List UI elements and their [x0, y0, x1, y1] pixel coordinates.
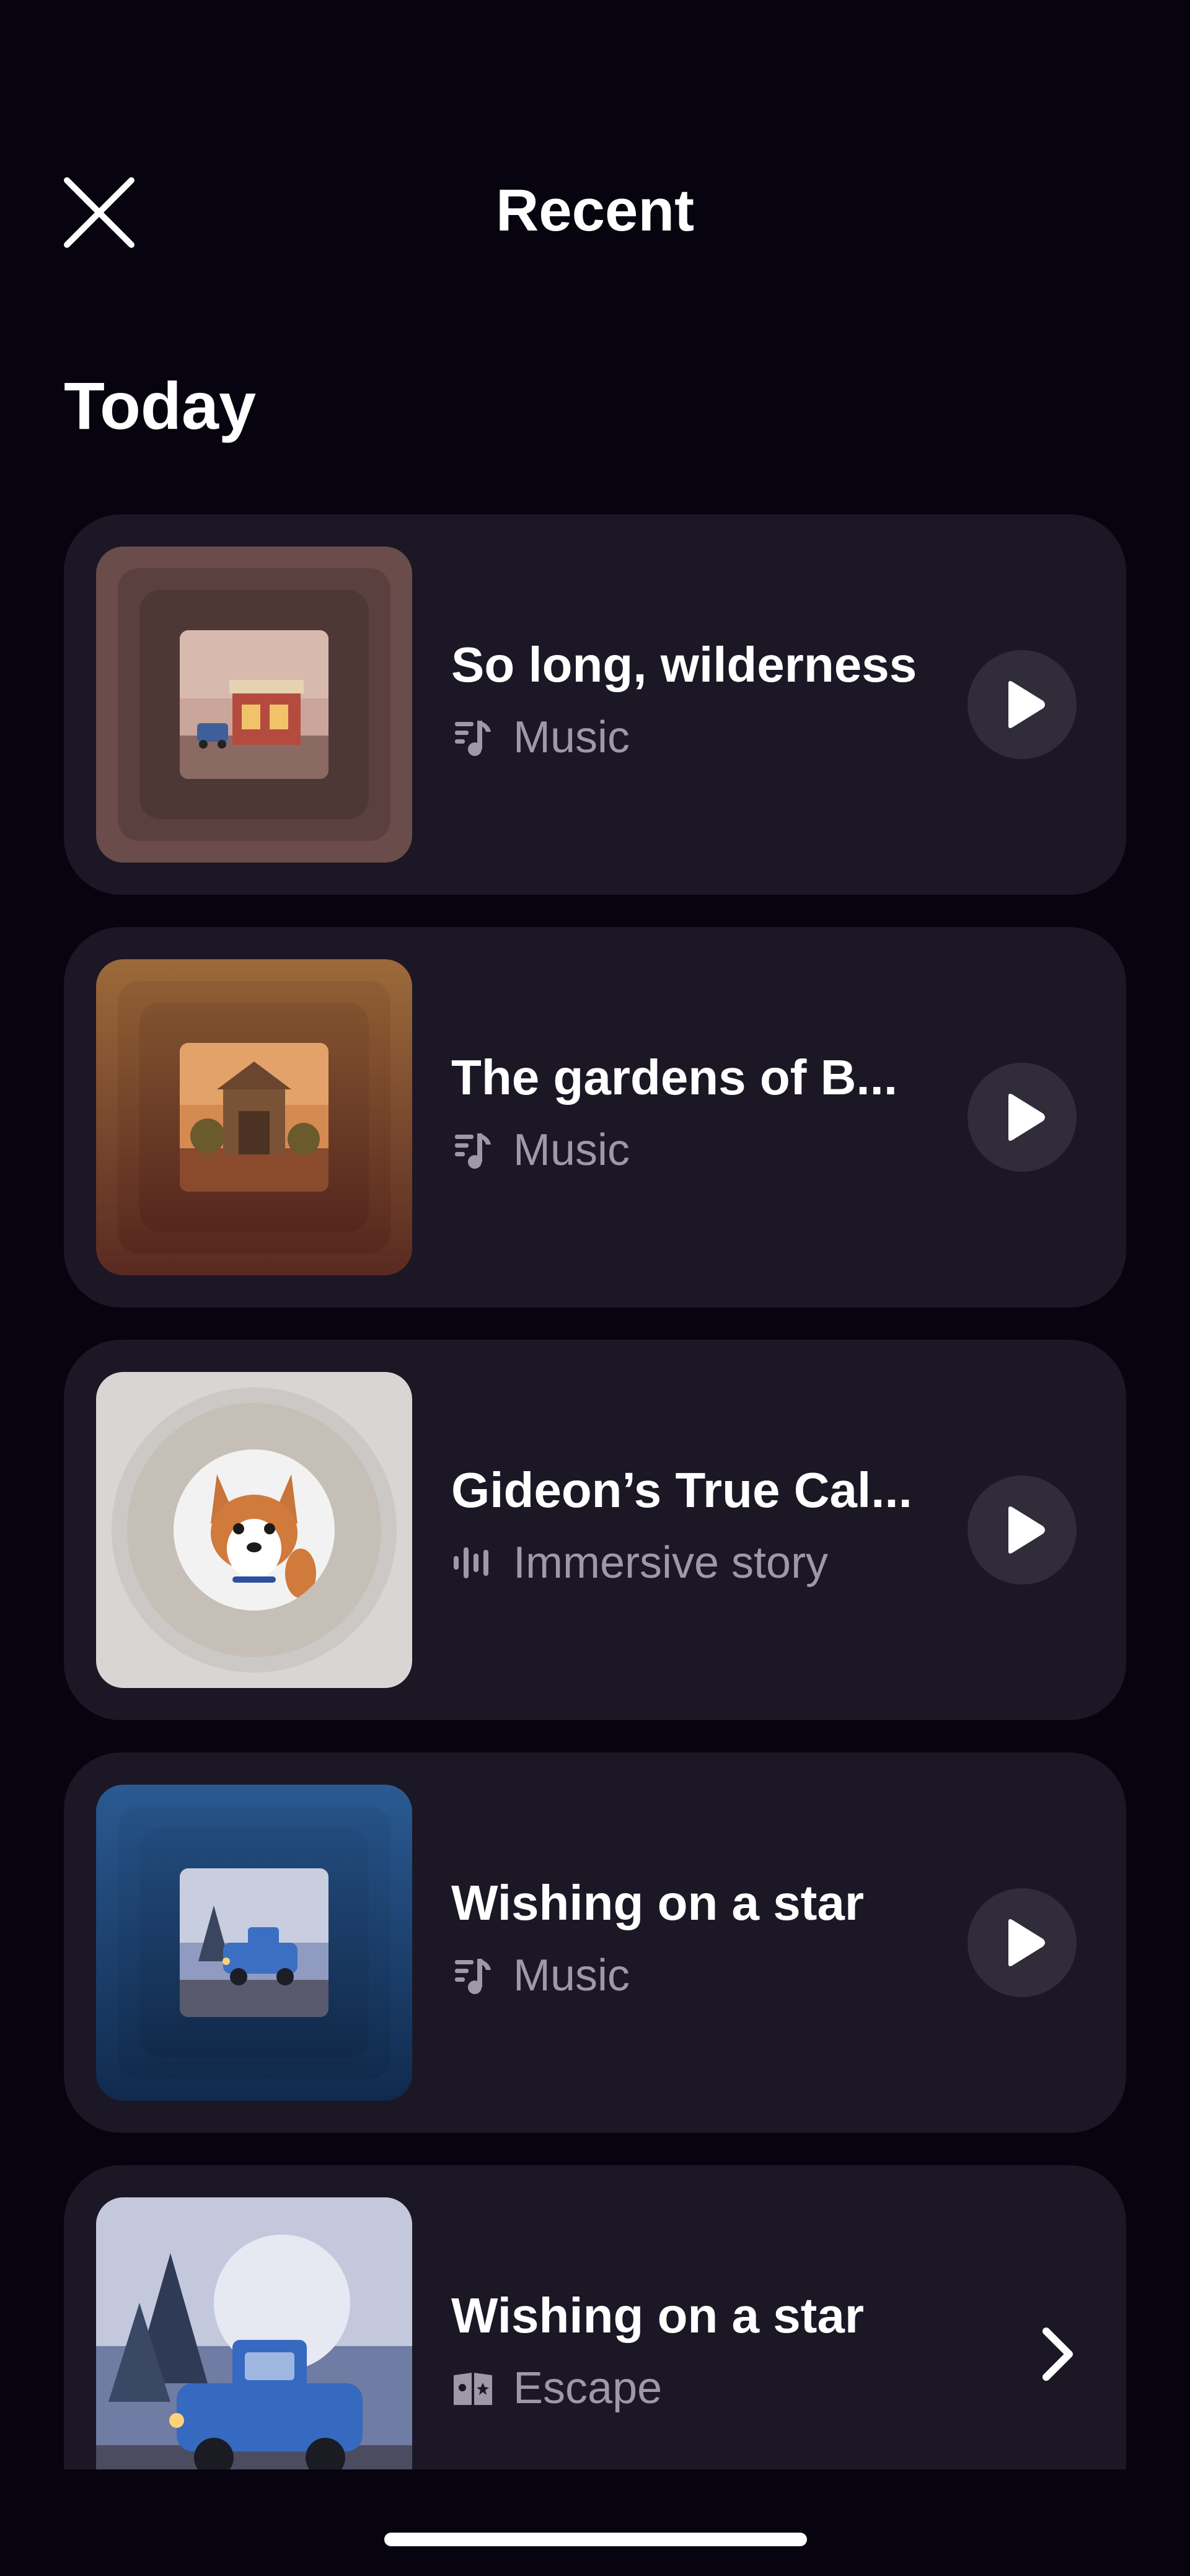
item-title: The gardens of B... [451, 1050, 898, 1105]
music-icon [451, 1954, 495, 1997]
play-button[interactable] [967, 1475, 1077, 1585]
list-item[interactable]: The gardens of B... Music [64, 927, 1126, 1308]
blue-truck-snow-artwork [96, 2197, 412, 2469]
audio-waveform-icon [451, 1541, 495, 1585]
item-type: Escape [451, 2363, 662, 2413]
artwork-thumbnail [96, 2197, 412, 2469]
list-item[interactable]: Wishing on a star Music [64, 1752, 1126, 2133]
list-item[interactable]: Gideon’s True Cal... Immersive story [64, 1340, 1126, 1720]
open-button[interactable] [1018, 2314, 1093, 2394]
list-item[interactable]: So long, wilderness Music [64, 514, 1126, 895]
play-button[interactable] [967, 1888, 1077, 1997]
music-icon [451, 1128, 495, 1172]
item-title: Gideon’s True Cal... [451, 1462, 912, 1518]
scroll-viewport[interactable]: Today So long, wilderness Music The gard… [0, 0, 1190, 2469]
artwork-thumbnail [96, 959, 412, 1275]
diner-scene-artwork [180, 630, 328, 779]
item-type-label: Immersive story [513, 1538, 829, 1588]
item-type-label: Escape [513, 2363, 663, 2413]
section-title-today: Today [64, 368, 257, 443]
book-icon [451, 2367, 495, 2410]
home-indicator[interactable] [384, 2533, 807, 2546]
play-icon [1008, 1094, 1045, 1141]
play-icon [1008, 1919, 1045, 1966]
list-item[interactable]: Wishing on a star Escape [64, 2165, 1126, 2469]
gardens-temple-artwork [180, 1043, 328, 1192]
music-icon [451, 716, 495, 759]
item-title: So long, wilderness [451, 637, 917, 692]
item-type: Music [451, 713, 630, 762]
item-type: Music [451, 1951, 630, 2000]
item-type-label: Music [513, 713, 630, 762]
play-icon [1008, 1506, 1045, 1554]
corgi-dog-artwork [174, 1449, 335, 1611]
play-button[interactable] [967, 650, 1077, 759]
item-type-label: Music [513, 1125, 630, 1175]
play-button[interactable] [967, 1063, 1077, 1172]
recent-list: So long, wilderness Music The gardens of… [64, 514, 1126, 2469]
artwork-thumbnail [96, 547, 412, 863]
chevron-right-icon [1042, 2328, 1073, 2381]
item-title: Wishing on a star [451, 1875, 865, 1930]
item-type-label: Music [513, 1951, 630, 2000]
item-type: Music [451, 1125, 630, 1175]
item-type: Immersive story [451, 1538, 828, 1588]
play-icon [1008, 681, 1045, 728]
item-title: Wishing on a star [451, 2288, 865, 2343]
artwork-thumbnail [96, 1372, 412, 1688]
blue-truck-snow-artwork [180, 1868, 328, 2017]
artwork-thumbnail [96, 1785, 412, 2101]
